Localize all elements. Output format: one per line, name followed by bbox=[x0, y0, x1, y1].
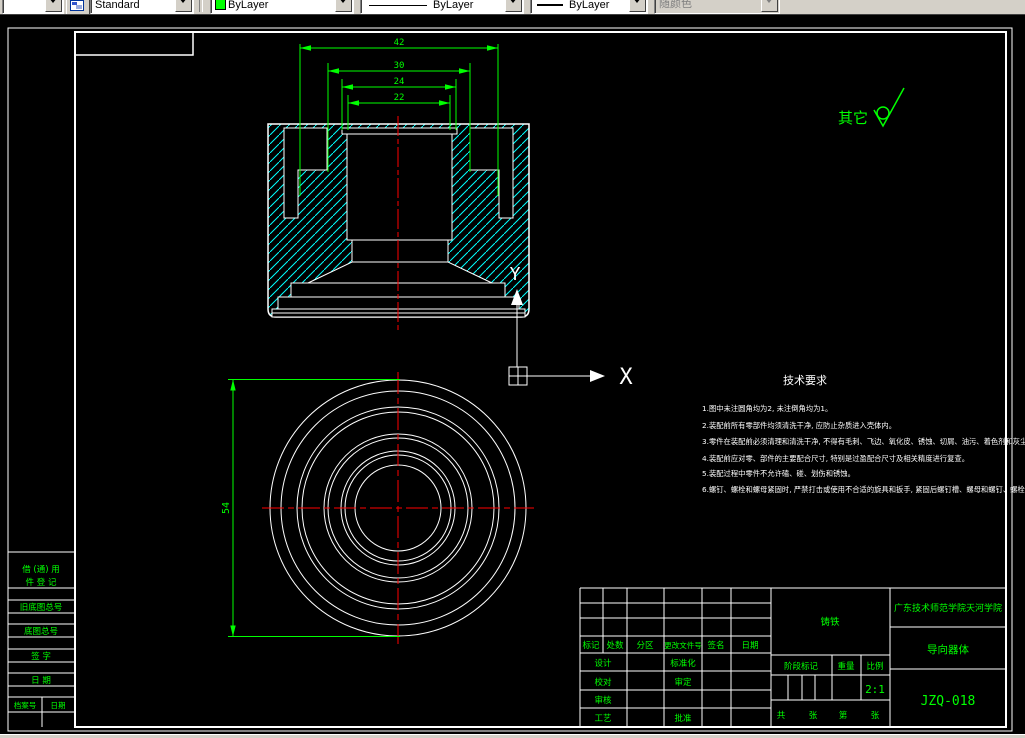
dim-30: 30 bbox=[394, 61, 405, 71]
tech-item: 4.装配前应对零、部件的主要配合尺寸, 特别是过盈配合尺寸及相关精度进行复查。 bbox=[702, 454, 969, 463]
plotstyle-value: 随颜色 bbox=[659, 0, 692, 10]
side-block-label: 日期 bbox=[51, 701, 66, 710]
drawing-canvas[interactable]: 借 (通) 用 件 登 记 旧底图总号 底图总号 签 字 日 期 档案号 日期 bbox=[0, 14, 1025, 734]
lineweight-value: ByLayer bbox=[569, 0, 610, 11]
tb-scale-label: 比例 bbox=[866, 661, 883, 672]
surface-roughness-note: 其它 bbox=[838, 87, 905, 128]
tb-weight-label: 重量 bbox=[837, 661, 855, 672]
linetype-combo[interactable]: ByLayer bbox=[360, 0, 524, 14]
toolbar-separator bbox=[199, 0, 203, 12]
workspace-combo[interactable] bbox=[2, 0, 64, 14]
linetype-value: ByLayer bbox=[433, 0, 474, 11]
tb-sheet: 共 bbox=[777, 711, 786, 721]
status-strip bbox=[0, 734, 1025, 738]
tb-sign-row: 校对 bbox=[594, 677, 612, 688]
side-block-label: 旧底图总号 bbox=[20, 602, 63, 613]
tech-title: 技术要求 bbox=[783, 374, 827, 387]
tb-sign-row: 审核 bbox=[594, 695, 612, 706]
color-swatch-icon bbox=[215, 0, 226, 10]
plotstyle-combo: 随颜色 bbox=[654, 0, 780, 14]
linetype-sample-icon bbox=[369, 5, 427, 6]
chevron-down-icon[interactable] bbox=[629, 0, 646, 12]
tb-header: 处数 bbox=[606, 640, 624, 651]
tb-sheet: 张 bbox=[809, 711, 818, 721]
side-block-label: 借 (通) 用 bbox=[22, 564, 60, 575]
tb-school: 广东技术师范学院天河学院 bbox=[894, 602, 1002, 614]
side-title-block: 借 (通) 用 件 登 记 旧底图总号 底图总号 签 字 日 期 档案号 日期 bbox=[8, 551, 75, 727]
dim-42: 42 bbox=[394, 38, 405, 48]
chevron-down-icon[interactable] bbox=[505, 0, 522, 12]
tech-item: 3.零件在装配前必须清理和清洗干净, 不得有毛刺、飞边、氧化皮、锈蚀、切屑、油污… bbox=[702, 437, 1025, 446]
tb-sheet: 第 bbox=[839, 710, 848, 721]
side-block-label: 底图总号 bbox=[24, 626, 58, 637]
dim-22: 22 bbox=[394, 93, 405, 103]
lineweight-sample-icon bbox=[537, 4, 563, 6]
ucs-x-label: X bbox=[619, 365, 633, 390]
tb-header: 更改文件号 bbox=[664, 640, 702, 650]
tb-approve-row: 标准化 bbox=[670, 658, 696, 669]
tech-item: 5.装配过程中零件不允许磕、碰、划伤和锈蚀。 bbox=[702, 469, 855, 478]
style-manager-button[interactable] bbox=[66, 0, 90, 14]
table-style-icon bbox=[70, 0, 84, 11]
tb-header: 日期 bbox=[741, 641, 758, 651]
roughness-symbol-icon bbox=[873, 87, 905, 128]
ucs-y-label: Y bbox=[510, 264, 521, 285]
tb-approve-row: 批准 bbox=[674, 713, 692, 724]
title-block: 标记 处数 分区 更改文件号 签名 日期 设计 校对 审核 工艺 标准化 审定 … bbox=[579, 587, 1006, 727]
ucs-x-arrow bbox=[590, 370, 605, 382]
bore bbox=[346, 133, 453, 241]
dim-54: 54 bbox=[221, 502, 232, 514]
surface-note-label: 其它 bbox=[838, 109, 868, 127]
tb-sheet: 张 bbox=[871, 711, 880, 721]
dim-24: 24 bbox=[394, 77, 405, 87]
tb-material: 铸铁 bbox=[820, 616, 840, 628]
tb-sign-row: 设计 bbox=[594, 658, 612, 669]
side-block-label: 签 字 bbox=[31, 651, 51, 662]
tech-item: 1.图中未注圆角均为2, 未注倒角均为1。 bbox=[702, 404, 832, 413]
bore-chamfer bbox=[341, 127, 458, 135]
section-view bbox=[267, 116, 530, 332]
chevron-down-icon[interactable] bbox=[175, 0, 192, 12]
tb-approve-row: 审定 bbox=[674, 677, 692, 688]
chevron-down-icon[interactable] bbox=[335, 0, 352, 12]
side-block-label: 件 登 记 bbox=[26, 577, 57, 588]
tb-header: 标记 bbox=[582, 640, 600, 651]
bore-neck bbox=[351, 239, 449, 263]
text-style-value: Standard bbox=[95, 0, 140, 11]
tb-header: 分区 bbox=[636, 641, 654, 651]
top-toolbar: Standard ByLayer ByLayer ByLayer 随颜色 bbox=[0, 0, 1025, 15]
side-block-label: 日 期 bbox=[31, 676, 51, 686]
color-value: ByLayer bbox=[228, 0, 269, 11]
circle-centerlines bbox=[262, 372, 534, 644]
chevron-down-icon bbox=[761, 0, 778, 12]
chevron-down-icon[interactable] bbox=[45, 0, 62, 12]
tech-item: 2.装配前所有零部件均须清洗干净, 应防止杂质进入壳体内。 bbox=[702, 421, 896, 430]
text-style-combo[interactable]: Standard bbox=[90, 0, 194, 14]
lineweight-combo[interactable]: ByLayer bbox=[530, 0, 648, 14]
tb-header: 签名 bbox=[707, 640, 724, 651]
cad-application-window: { "toolbar": { "style_combo": { "value":… bbox=[0, 0, 1025, 738]
color-combo[interactable]: ByLayer bbox=[210, 0, 354, 14]
circular-view: 54 bbox=[221, 372, 534, 644]
tb-scale-value: 2:1 bbox=[865, 683, 885, 696]
tb-part-name: 导向器体 bbox=[927, 643, 969, 656]
tb-sign-row: 工艺 bbox=[594, 714, 611, 724]
side-block-label: 档案号 bbox=[14, 700, 37, 710]
tech-item: 6.螺钉、螺栓和螺母紧固时, 严禁打击或使用不合适的旋具和扳手, 紧固后螺钉槽、… bbox=[702, 485, 1025, 494]
technical-requirements: 技术要求 1.图中未注圆角均为2, 未注倒角均为1。 2.装配前所有零部件均须清… bbox=[702, 374, 1025, 494]
tb-drawing-number: JZQ-018 bbox=[921, 694, 976, 709]
tb-stage-label: 阶段标记 bbox=[784, 661, 819, 672]
